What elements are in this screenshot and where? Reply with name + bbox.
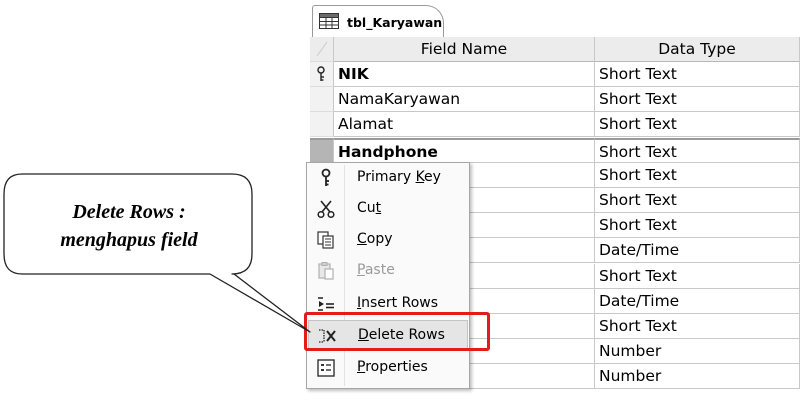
copy-icon (316, 230, 336, 250)
table-row[interactable]: Handphone Short Text (310, 137, 800, 163)
column-header-data-type[interactable]: Data Type (595, 37, 800, 62)
data-type-cell[interactable]: Number (595, 339, 800, 365)
data-type-cell[interactable]: Short Text (595, 263, 800, 289)
menu-item-label: Insert Rows (357, 295, 439, 311)
menu-item-label: Cut (357, 200, 382, 216)
field-name-cell[interactable]: Alamat (334, 112, 595, 138)
insert-rows-icon (316, 294, 336, 314)
data-type-cell[interactable]: Short Text (595, 314, 800, 339)
row-selector[interactable] (310, 62, 334, 87)
data-type-cell[interactable]: Date/Time (595, 288, 800, 314)
highlight-delete-rows (304, 312, 490, 351)
field-name-cell[interactable]: NamaKaryawan (334, 87, 595, 113)
menu-item-primary-key[interactable]: Primary Key (308, 163, 468, 193)
data-type-cell[interactable]: Short Text (595, 162, 800, 188)
context-menu: Primary Key Cut Copy Paste Insert Rows Delete… (306, 162, 470, 389)
corner-triangle-icon (316, 41, 328, 57)
data-type-cell[interactable]: Date/Time (595, 238, 800, 264)
menu-item-cut[interactable]: Cut (308, 194, 468, 224)
tab-tbl-karyawan[interactable]: tbl_Karyawan (312, 5, 444, 37)
data-type-cell[interactable]: Short Text (595, 188, 800, 213)
primary-key-icon (317, 66, 325, 81)
data-type-cell[interactable]: Short Text (595, 112, 800, 138)
row-selector[interactable] (310, 112, 334, 138)
menu-item-copy[interactable]: Copy (308, 225, 468, 255)
select-all-corner[interactable] (310, 37, 334, 62)
menu-item-label: Copy (357, 231, 393, 247)
grid-header-row: Field Name Data Type (310, 37, 800, 62)
field-name-cell[interactable]: NIK (334, 62, 595, 87)
data-type-cell[interactable]: Short Text (595, 87, 800, 113)
row-selector[interactable] (310, 87, 334, 113)
menu-item-paste[interactable]: Paste (308, 256, 468, 286)
field-name-cell[interactable]: Handphone (334, 137, 595, 163)
menu-item-label: Paste (357, 262, 395, 278)
data-type-cell[interactable]: Short Text (595, 213, 800, 239)
menu-item-properties[interactable]: Properties (308, 353, 468, 383)
data-type-cell[interactable]: Number (595, 364, 800, 390)
properties-icon (316, 358, 336, 378)
row-selector[interactable] (310, 137, 334, 163)
document-tab-strip: tbl_Karyawan (310, 0, 800, 38)
callout-line-1: Delete Rows : (72, 201, 186, 223)
menu-item-label: Properties (357, 359, 428, 375)
data-type-cell[interactable]: Short Text (595, 137, 800, 163)
data-type-cell[interactable]: Short Text (595, 62, 800, 87)
table-row[interactable]: Alamat Short Text (310, 112, 800, 138)
paste-icon (316, 261, 336, 281)
scissors-icon (316, 199, 336, 219)
menu-item-label: Primary Key (357, 169, 441, 185)
callout-text: Delete Rows : menghapus field (6, 198, 252, 254)
key-icon (316, 168, 336, 188)
table-row[interactable]: NamaKaryawan Short Text (310, 87, 800, 113)
table-row[interactable]: NIK Short Text (310, 62, 800, 87)
tab-label: tbl_Karyawan (347, 15, 443, 30)
callout-line-2: menghapus field (60, 229, 198, 251)
column-header-field-name[interactable]: Field Name (334, 37, 595, 62)
table-icon (319, 13, 339, 29)
